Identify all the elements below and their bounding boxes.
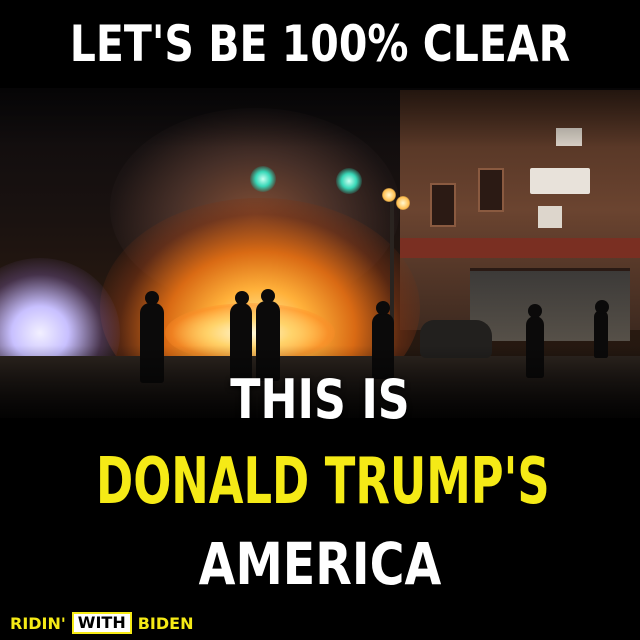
ridin-with-biden-logo: RIDIN' WITH BIDEN <box>10 611 193 635</box>
logo-word-2: WITH <box>71 612 132 634</box>
poster: LET'S BE 100% CLEAR THIS IS DONALD TRUMP… <box>0 0 640 640</box>
headline-line-3: AMERICA <box>198 530 442 598</box>
logo-word-1: RIDIN' <box>10 613 66 633</box>
headline-line-2: DONALD TRUMP'S <box>96 445 550 519</box>
top-headline: LET'S BE 100% CLEAR <box>69 15 571 73</box>
headline-line-1: THIS IS <box>230 368 410 431</box>
logo-word-3: BIDEN <box>137 613 194 633</box>
